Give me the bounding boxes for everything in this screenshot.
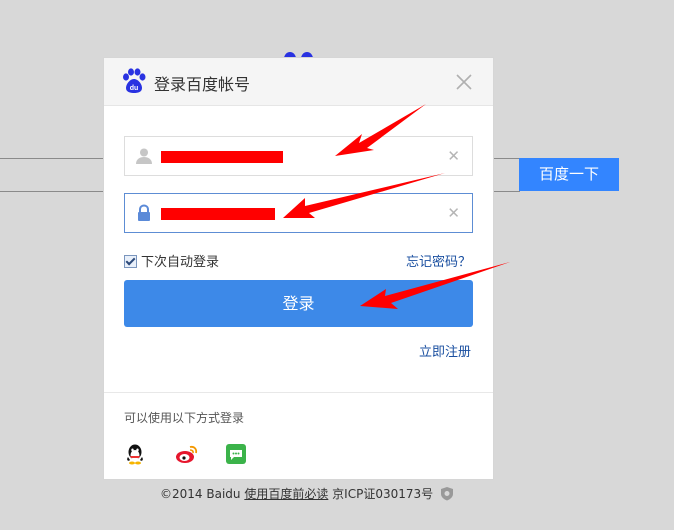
register-link[interactable]: 立即注册 — [419, 341, 471, 360]
footer: ©2014 Baidu 使用百度前必读 京ICP证030173号 — [160, 485, 454, 502]
svg-text:du: du — [130, 85, 139, 92]
search-button[interactable]: 百度一下 — [519, 158, 619, 191]
username-field[interactable]: ✕ — [124, 136, 473, 176]
user-icon — [136, 148, 152, 164]
weibo-icon[interactable] — [175, 443, 199, 465]
footer-copyright: ©2014 Baidu — [160, 487, 241, 501]
close-icon[interactable] — [456, 74, 472, 90]
login-dialog: du 登录百度帐号 ✕ ✕ 下次自动登录 忘记密码？ 登录 立即注册 可以使用以… — [103, 57, 494, 480]
remember-me[interactable]: 下次自动登录 — [124, 251, 219, 270]
clear-username-icon[interactable]: ✕ — [447, 147, 460, 165]
shield-icon — [440, 487, 453, 501]
password-redaction — [161, 208, 275, 220]
lock-icon — [138, 204, 150, 221]
wechat-icon[interactable] — [225, 443, 247, 465]
dialog-title: 登录百度帐号 — [154, 75, 251, 94]
alt-login-text: 可以使用以下方式登录 — [124, 411, 245, 425]
login-button[interactable]: 登录 — [124, 280, 473, 327]
forgot-password-link[interactable]: 忘记密码？ — [406, 251, 471, 270]
divider — [104, 392, 493, 393]
clear-password-icon[interactable]: ✕ — [447, 204, 460, 222]
remember-label: 下次自动登录 — [141, 255, 220, 270]
remember-checkbox[interactable] — [124, 255, 137, 268]
baidu-logo-icon: du — [123, 68, 146, 93]
qq-icon[interactable] — [124, 443, 146, 465]
password-field[interactable]: ✕ — [124, 193, 473, 233]
username-redaction — [161, 151, 283, 163]
dialog-header: du 登录百度帐号 — [104, 58, 493, 106]
footer-icp: 京ICP证030173号 — [332, 487, 434, 501]
footer-link[interactable]: 使用百度前必读 — [244, 487, 328, 501]
